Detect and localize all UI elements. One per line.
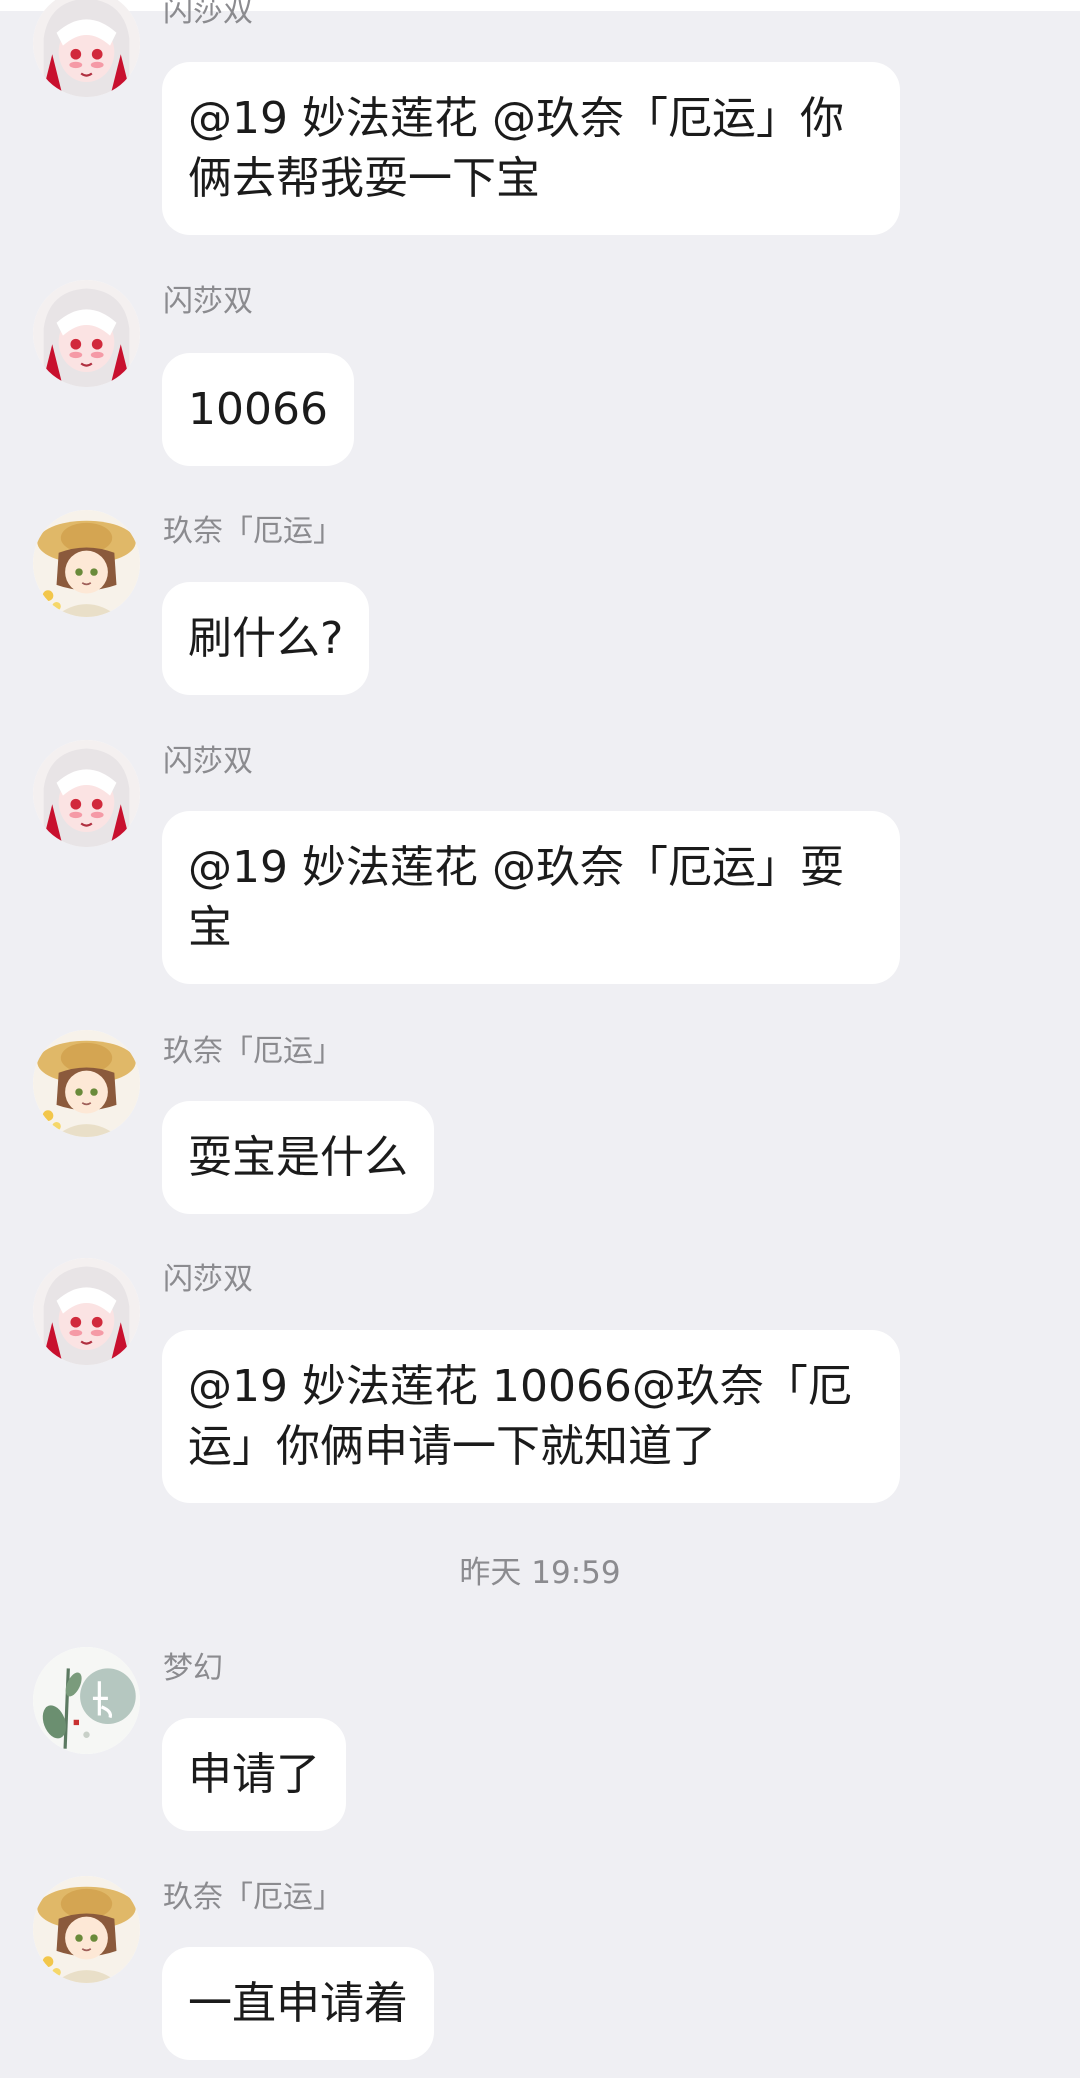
message-bubble[interactable]: 申请了 (162, 1718, 346, 1831)
straw-hat-anime-avatar-icon (33, 1030, 140, 1137)
avatar[interactable] (33, 1030, 140, 1137)
message-bubble[interactable]: 10066 (162, 353, 354, 466)
message-bubble[interactable]: 刷什么? (162, 582, 370, 695)
message-bubble[interactable]: 一直申请着 (162, 1947, 434, 2060)
ink-lotus-avatar-icon (33, 1647, 140, 1754)
sender-name: 闪莎双 (163, 744, 253, 779)
sender-name: 闪莎双 (163, 0, 253, 29)
avatar[interactable] (33, 1876, 140, 1983)
avatar[interactable] (33, 510, 140, 617)
avatar[interactable] (33, 1258, 140, 1365)
avatar[interactable] (33, 740, 140, 847)
message-bubble[interactable]: 耍宝是什么 (162, 1101, 434, 1214)
sender-name: 玖奈「厄运」 (163, 514, 343, 549)
message-bubble[interactable]: @19 妙法莲花 @玖奈「厄运」你俩去帮我耍一下宝 (162, 62, 900, 235)
red-white-anime-avatar-icon (33, 0, 140, 97)
avatar[interactable] (33, 0, 140, 97)
message-bubble[interactable]: @19 妙法莲花 10066@玖奈「厄运」你俩申请一下就知道了 (162, 1330, 900, 1503)
avatar[interactable] (33, 280, 140, 387)
straw-hat-anime-avatar-icon (33, 510, 140, 617)
sender-name: 闪莎双 (163, 1262, 253, 1297)
sender-name: 闪莎双 (163, 284, 253, 319)
sender-name: 玖奈「厄运」 (163, 1880, 343, 1915)
timestamp: 昨天 19:59 (459, 1555, 621, 1591)
red-white-anime-avatar-icon (33, 1258, 140, 1365)
message-bubble[interactable]: @19 妙法莲花 @玖奈「厄运」耍宝 (162, 811, 900, 984)
sender-name: 玖奈「厄运」 (163, 1034, 343, 1069)
red-white-anime-avatar-icon (33, 740, 140, 847)
sender-name: 梦幻 (163, 1651, 223, 1686)
top-status-strip (0, 0, 1080, 11)
avatar[interactable] (33, 1647, 140, 1754)
straw-hat-anime-avatar-icon (33, 1876, 140, 1983)
red-white-anime-avatar-icon (33, 280, 140, 387)
